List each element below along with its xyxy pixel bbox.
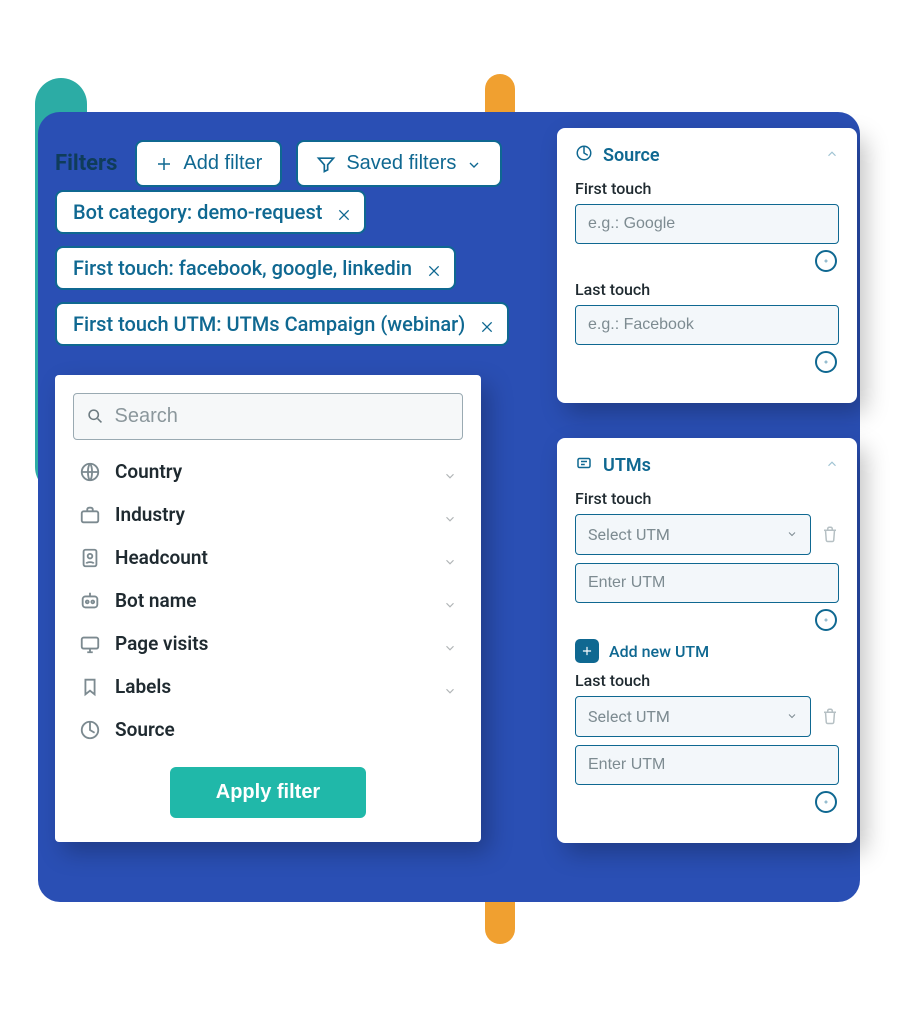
last-touch-utm-input[interactable]	[575, 745, 839, 785]
add-new-utm-label: Add new UTM	[609, 642, 709, 661]
first-touch-label: First touch	[575, 179, 839, 198]
last-touch-source-input[interactable]	[575, 305, 839, 345]
add-new-utm-row[interactable]: Add new UTM	[575, 639, 839, 663]
add-filter-button[interactable]: Add filter	[135, 140, 282, 187]
filter-row-label: Headcount	[115, 546, 208, 569]
filter-chip-label: Bot category: demo-request	[73, 200, 322, 224]
applied-filters: Bot category: demo-request First touch: …	[55, 190, 509, 346]
filter-row-label: Page visits	[115, 632, 208, 655]
utm-last-touch-label: Last touch	[575, 671, 839, 690]
funnel-icon	[316, 154, 336, 174]
filter-chip-label: First touch UTM: UTMs Campaign (webinar)	[73, 312, 465, 336]
filter-chip-bot-category[interactable]: Bot category: demo-request	[55, 190, 366, 234]
source-icon	[79, 719, 101, 741]
filter-chip-first-touch[interactable]: First touch: facebook, google, linkedin	[55, 246, 456, 290]
filters-title: Filters	[55, 151, 117, 176]
chevron-down-icon	[786, 707, 798, 726]
chevron-down-icon	[443, 508, 457, 522]
id-badge-icon	[79, 547, 101, 569]
add-first-touch-source-button[interactable]	[815, 250, 837, 272]
chevron-down-icon	[443, 465, 457, 479]
chevron-up-icon[interactable]	[825, 145, 839, 166]
filter-builder-panel: Country Industry Headcount Bot name	[55, 375, 481, 842]
bookmark-icon	[79, 676, 101, 698]
add-last-touch-utm-button[interactable]	[815, 791, 837, 813]
first-touch-utm-input[interactable]	[575, 563, 839, 603]
filter-row-source[interactable]: Source	[73, 708, 463, 751]
trash-icon[interactable]	[821, 707, 839, 727]
filter-row-industry[interactable]: Industry	[73, 493, 463, 536]
utms-card-title: UTMs	[603, 455, 651, 476]
filter-row-label: Industry	[115, 503, 185, 526]
chevron-up-icon[interactable]	[825, 455, 839, 476]
select-utm-placeholder: Select UTM	[588, 707, 670, 726]
filter-row-label: Source	[115, 718, 175, 741]
source-card-header[interactable]: Source	[575, 144, 839, 167]
chevron-down-icon	[786, 525, 798, 544]
source-card-title: Source	[603, 145, 660, 166]
close-icon[interactable]	[479, 316, 495, 332]
monitor-icon	[79, 633, 101, 655]
apply-filter-button[interactable]: Apply filter	[170, 767, 366, 818]
filter-chip-label: First touch: facebook, google, linkedin	[73, 256, 412, 280]
search-icon	[86, 407, 105, 427]
filter-row-bot-name[interactable]: Bot name	[73, 579, 463, 622]
chevron-down-icon	[443, 637, 457, 651]
chevron-down-icon	[466, 156, 482, 172]
search-input[interactable]	[113, 404, 450, 429]
first-touch-utm-select[interactable]: Select UTM	[575, 514, 811, 555]
last-touch-utm-select[interactable]: Select UTM	[575, 696, 811, 737]
source-card: Source First touch Last touch	[557, 128, 857, 403]
globe-icon	[79, 461, 101, 483]
filter-row-labels[interactable]: Labels	[73, 665, 463, 708]
first-touch-source-input[interactable]	[575, 204, 839, 244]
add-last-touch-source-button[interactable]	[815, 351, 837, 373]
utms-card: UTMs First touch Select UTM	[557, 438, 857, 843]
filter-row-label: Labels	[115, 675, 171, 698]
utms-card-header[interactable]: UTMs	[575, 454, 839, 477]
filter-search[interactable]	[73, 393, 463, 440]
last-touch-label: Last touch	[575, 280, 839, 299]
close-icon[interactable]	[426, 260, 442, 276]
saved-filters-button[interactable]: Saved filters	[296, 140, 502, 187]
add-filter-label: Add filter	[183, 152, 262, 175]
chevron-down-icon	[443, 594, 457, 608]
filter-chip-first-touch-utm[interactable]: First touch UTM: UTMs Campaign (webinar)	[55, 302, 509, 346]
source-icon	[575, 144, 593, 167]
filter-row-label: Bot name	[115, 589, 196, 612]
chevron-down-icon	[443, 680, 457, 694]
briefcase-icon	[79, 504, 101, 526]
plus-square-icon[interactable]	[575, 639, 599, 663]
utm-icon	[575, 454, 593, 477]
filter-row-label: Country	[115, 460, 182, 483]
filters-header: Filters Add filter Saved filters	[55, 140, 502, 187]
saved-filters-label: Saved filters	[346, 152, 456, 175]
close-icon[interactable]	[336, 204, 352, 220]
add-first-touch-utm-button[interactable]	[815, 609, 837, 631]
bot-icon	[79, 590, 101, 612]
filter-row-page-visits[interactable]: Page visits	[73, 622, 463, 665]
filter-row-country[interactable]: Country	[73, 450, 463, 493]
trash-icon[interactable]	[821, 525, 839, 545]
chevron-down-icon	[443, 551, 457, 565]
select-utm-placeholder: Select UTM	[588, 525, 670, 544]
filter-row-headcount[interactable]: Headcount	[73, 536, 463, 579]
utm-first-touch-label: First touch	[575, 489, 839, 508]
plus-icon	[155, 155, 173, 173]
